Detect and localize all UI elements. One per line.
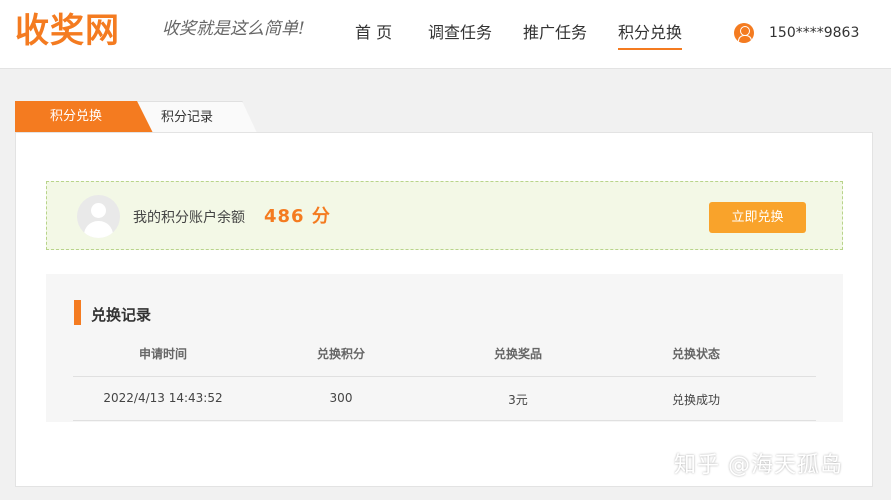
nav-promotion-tasks[interactable]: 推广任务 <box>523 22 587 44</box>
nav-points-exchange[interactable]: 积分兑换 <box>618 22 683 50</box>
nav-home[interactable]: 首 页 <box>355 22 392 44</box>
row-divider <box>73 420 816 421</box>
row-prize: 3元 <box>508 393 528 407</box>
site-slogan: 收奖就是这么简单! <box>162 19 305 39</box>
balance-value: 486 分 <box>264 206 331 227</box>
user-icon <box>734 23 754 43</box>
row-points: 300 <box>329 391 353 405</box>
balance-label: 我的积分账户余额 <box>133 210 245 226</box>
top-header: 收奖网 收奖就是这么简单! 首 页 调查任务 推广任务 积分兑换 150****… <box>0 0 891 69</box>
row-time: 2022/4/13 14:43:52 <box>103 391 223 405</box>
section-accent-bar <box>74 300 81 325</box>
site-logo[interactable]: 收奖网 <box>15 8 120 54</box>
column-header-points: 兑换积分 <box>316 347 365 361</box>
nav-survey-tasks[interactable]: 调查任务 <box>428 22 492 44</box>
column-header-prize: 兑换奖品 <box>493 347 542 361</box>
header-divider <box>73 376 816 377</box>
watermark: 知乎 @海天孤岛 <box>674 453 843 478</box>
redeem-now-button[interactable]: 立即兑换 <box>709 202 806 233</box>
avatar <box>77 195 120 238</box>
exchange-records: 兑换记录 申请时间 兑换积分 兑换奖品 兑换状态 2022/4/13 14:43… <box>46 274 843 422</box>
user-phone[interactable]: 150****9863 <box>769 25 859 41</box>
column-header-time: 申请时间 <box>138 347 187 361</box>
column-header-status: 兑换状态 <box>671 347 720 361</box>
tab-points-exchange[interactable]: 积分兑换 <box>15 101 153 133</box>
user-account[interactable]: 150****9863 <box>734 22 859 44</box>
row-status: 兑换成功 <box>671 393 720 407</box>
balance-box: 我的积分账户余额 486 分 立即兑换 <box>46 181 843 250</box>
section-title: 兑换记录 <box>91 306 152 324</box>
